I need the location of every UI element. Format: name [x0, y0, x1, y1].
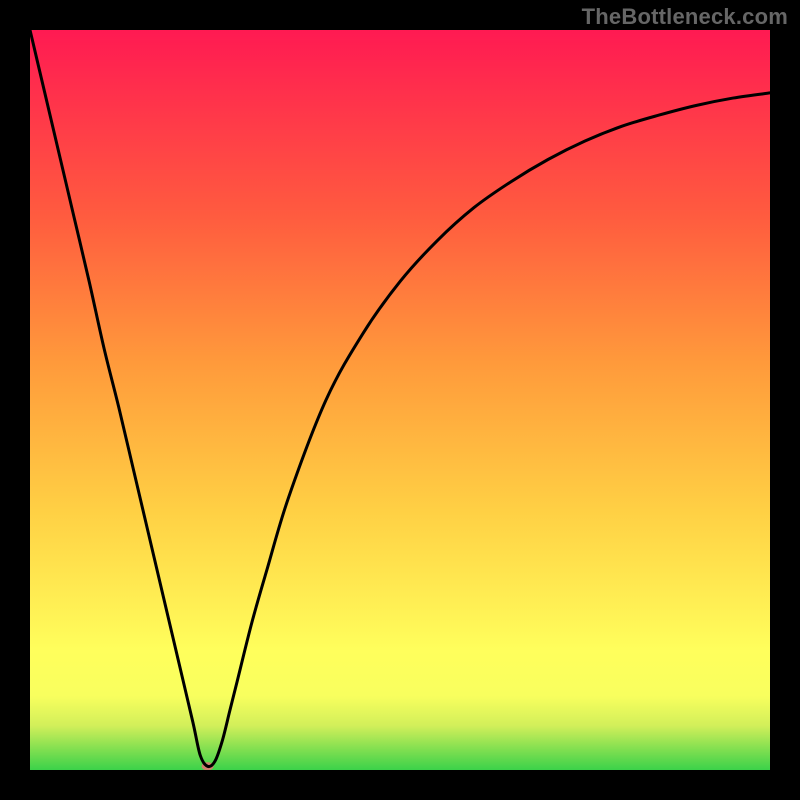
chart-background	[30, 30, 770, 770]
chart-frame: TheBottleneck.com	[0, 0, 800, 800]
watermark-text: TheBottleneck.com	[582, 4, 788, 30]
plot-area	[30, 30, 770, 770]
chart-svg	[30, 30, 770, 770]
